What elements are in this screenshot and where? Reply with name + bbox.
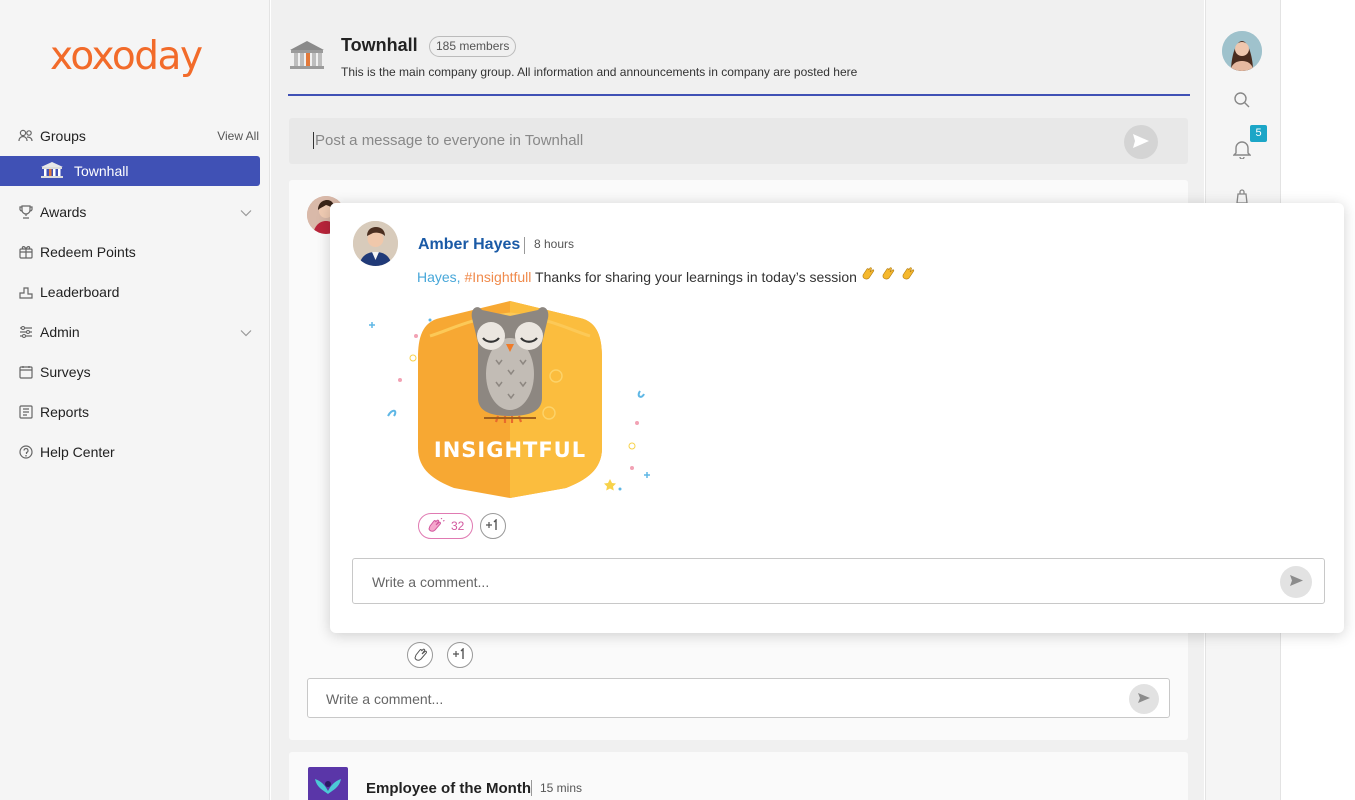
send-icon xyxy=(1137,691,1151,707)
sidebar-item-townhall[interactable]: Townhall xyxy=(0,156,260,186)
help-icon xyxy=(18,444,34,460)
sidebar-item-label: Leaderboard xyxy=(40,284,120,300)
sidebar-item-label: Admin xyxy=(40,324,80,340)
comment-field[interactable]: Write a comment... xyxy=(352,558,1325,604)
survey-icon xyxy=(18,364,34,380)
sliders-icon xyxy=(18,324,34,340)
post-composer[interactable]: Post a message to everyone in Townhall xyxy=(289,118,1188,164)
sidebar-item-label: Surveys xyxy=(40,364,91,380)
podium-icon xyxy=(18,284,34,300)
author-avatar[interactable] xyxy=(353,221,398,266)
post-timestamp: 8 hours xyxy=(534,237,575,251)
comment-field[interactable]: Write a comment... xyxy=(307,678,1170,718)
chevron-down-icon[interactable] xyxy=(240,324,252,340)
sidebar-groups-header: Groups View All xyxy=(18,124,260,148)
gift-icon xyxy=(18,244,34,260)
post-timestamp: 15 mins xyxy=(540,781,583,795)
feed-post-card: Employee of the Month 15 mins xyxy=(289,752,1188,800)
xoxoday-logo[interactable]: xoxoday xyxy=(50,34,203,79)
groups-icon xyxy=(18,128,34,144)
comment-placeholder: Write a comment... xyxy=(372,574,490,590)
author-name[interactable]: Amber Hayes xyxy=(418,236,520,254)
clap-icon xyxy=(413,647,427,664)
sidebar-item-admin[interactable]: Admin xyxy=(18,320,260,344)
bell-icon[interactable] xyxy=(1232,139,1252,162)
divider xyxy=(531,780,532,796)
plus-one-icon xyxy=(485,518,501,534)
employee-of-month-icon xyxy=(308,767,348,800)
message-text: Thanks for sharing your learnings in tod… xyxy=(535,269,857,285)
sidebar: xoxoday Groups View All Townhall Awards … xyxy=(0,0,270,800)
mention-link[interactable]: Hayes, xyxy=(417,269,461,285)
send-icon xyxy=(1132,133,1150,152)
clap-reaction-button[interactable] xyxy=(407,642,433,668)
members-badge[interactable]: 185 members xyxy=(429,36,517,57)
post-message-input[interactable]: Post a message to everyone in Townhall xyxy=(313,132,583,149)
clap-reaction-button[interactable]: 32 xyxy=(418,513,474,539)
post-title[interactable]: Employee of the Month xyxy=(366,780,531,797)
report-icon xyxy=(18,404,34,420)
add-reaction-button[interactable] xyxy=(480,513,506,539)
chevron-down-icon[interactable] xyxy=(240,204,252,220)
add-reaction-button[interactable] xyxy=(447,642,473,668)
plus-one-icon xyxy=(452,647,468,663)
hashtag-link[interactable]: #Insightfull xyxy=(464,269,531,285)
clapping-hands-icon xyxy=(861,266,919,285)
search-icon[interactable] xyxy=(1233,91,1251,112)
sidebar-item-label: Redeem Points xyxy=(40,244,136,260)
header-divider xyxy=(288,94,1190,96)
post-message: Hayes, #Insightfull Thanks for sharing y… xyxy=(417,266,919,285)
sidebar-item-label: Awards xyxy=(40,204,87,220)
trophy-icon xyxy=(18,204,34,220)
sidebar-item-label: Townhall xyxy=(74,163,129,179)
sidebar-item-help-center[interactable]: Help Center xyxy=(18,440,260,464)
group-description: This is the main company group. All info… xyxy=(341,65,858,79)
clap-icon xyxy=(427,517,445,535)
sidebar-item-leaderboard[interactable]: Leaderboard xyxy=(18,280,260,304)
sidebar-item-awards[interactable]: Awards xyxy=(18,200,260,224)
send-icon xyxy=(1289,574,1304,590)
profile-avatar[interactable] xyxy=(1222,31,1262,71)
notification-count-badge: 5 xyxy=(1250,125,1267,142)
comment-send-button[interactable] xyxy=(1280,566,1312,598)
post-detail-popup: Amber Hayes 8 hours Hayes, #Insightfull … xyxy=(330,203,1344,633)
insightful-award-badge: INSIGHTFUL xyxy=(360,296,660,501)
sidebar-item-label: Help Center xyxy=(40,444,115,460)
group-title: Townhall xyxy=(341,35,418,55)
sidebar-item-label: Reports xyxy=(40,404,90,420)
sidebar-item-redeem-points[interactable]: Redeem Points xyxy=(18,240,260,264)
clap-count: 32 xyxy=(451,519,465,533)
comment-placeholder: Write a comment... xyxy=(326,691,444,707)
townhall-building-icon xyxy=(40,161,64,181)
townhall-building-icon xyxy=(288,40,326,73)
sidebar-item-reports[interactable]: Reports xyxy=(18,400,260,424)
badge-label: INSIGHTFUL xyxy=(434,438,586,462)
sidebar-item-surveys[interactable]: Surveys xyxy=(18,360,260,384)
groups-label: Groups xyxy=(40,128,86,144)
divider xyxy=(524,237,525,254)
post-send-button[interactable] xyxy=(1124,125,1158,159)
comment-send-button[interactable] xyxy=(1129,684,1159,714)
view-all-link[interactable]: View All xyxy=(217,129,259,143)
